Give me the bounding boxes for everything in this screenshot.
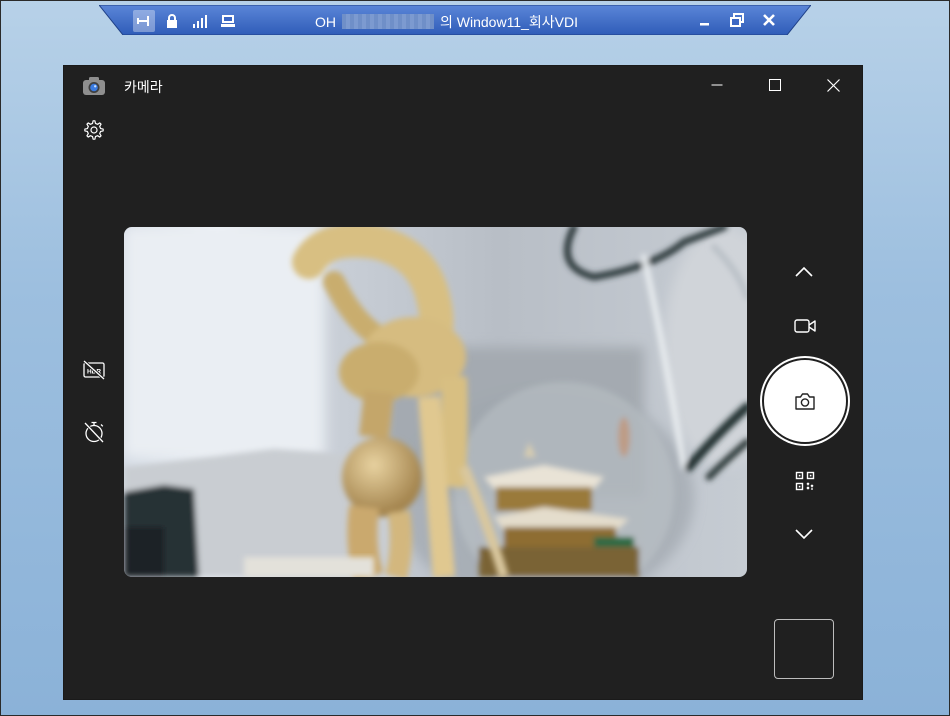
timer-button[interactable] [78,416,110,448]
maximize-icon [769,79,781,91]
title-bar: 카메라 [64,66,862,106]
minimize-button[interactable] [688,66,746,104]
rdp-close-button[interactable] [759,11,779,29]
scroll-up-button[interactable] [788,256,820,288]
remote-desktop-icon[interactable] [217,10,239,32]
camera-feed-image [124,227,747,577]
connection-title-suffix: 의 Window11_회사VDI [440,14,578,30]
rdp-minimize-button[interactable] [695,11,715,29]
restore-icon [730,13,744,27]
maximize-button[interactable] [746,66,804,104]
hdr-off-icon: HDR [82,359,106,381]
timer-off-icon [83,421,105,444]
gallery-thumbnail-button[interactable] [774,619,834,679]
minimize-icon [711,84,723,86]
video-mode-button[interactable] [789,310,821,342]
minimize-icon [700,23,709,26]
camera-preview [124,227,747,577]
signal-icon[interactable] [189,10,211,32]
pin-icon[interactable] [133,10,155,32]
video-mode-icon [794,319,816,333]
window-title: 카메라 [124,79,163,95]
chevron-down-icon [795,529,813,540]
camera-app-window: 카메라 HDR [64,66,862,699]
chevron-up-icon [795,266,813,277]
remote-connection-bar: OH 의 Window11_회사VDI [99,5,811,35]
close-icon [826,78,840,92]
lock-icon[interactable] [161,10,183,32]
hdr-button[interactable]: HDR [78,354,110,386]
qr-code-button[interactable] [789,465,821,497]
take-photo-button[interactable] [762,358,848,444]
settings-button[interactable] [78,114,110,146]
qr-code-icon [795,471,815,491]
rdp-restore-button[interactable] [727,11,747,29]
close-icon [763,14,775,26]
connection-title-prefix: OH [315,14,336,30]
gear-icon [84,120,104,140]
close-button[interactable] [804,66,862,104]
camera-app-icon [83,77,105,95]
photo-capture-icon [795,392,815,410]
connection-title: OH 의 Window11_회사VDI [315,12,578,32]
desktop-background: OH 의 Window11_회사VDI 카메라 [0,0,950,716]
scroll-down-button[interactable] [788,518,820,550]
redacted-name [342,14,434,29]
